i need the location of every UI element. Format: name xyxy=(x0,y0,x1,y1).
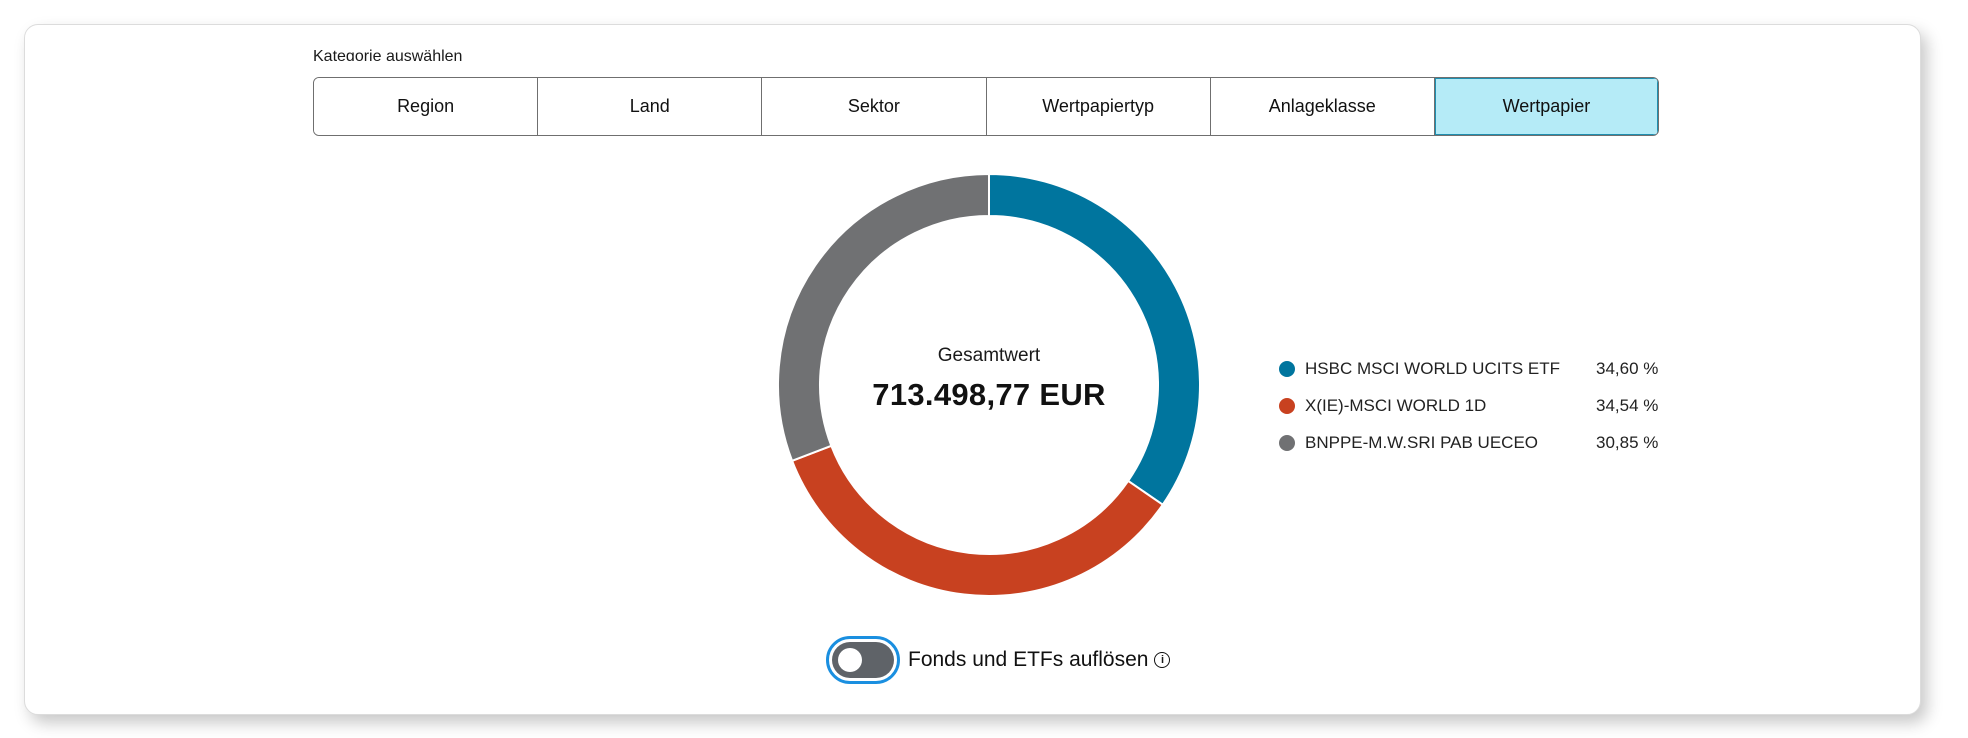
info-icon[interactable]: i xyxy=(1154,652,1171,668)
tab-sektor[interactable]: Sektor xyxy=(762,78,987,135)
category-select-label: Kategorie auswählen xyxy=(313,49,463,61)
donut-chart: Gesamtwert 713.498,77 EUR xyxy=(765,161,1213,609)
total-value: 713.498,77 EUR xyxy=(872,377,1106,412)
toggle-track xyxy=(832,642,894,678)
resolve-funds-toggle-row: Fonds und ETFs auflösen i xyxy=(826,636,1171,684)
legend-name: HSBC MSCI WORLD UCITS ETF xyxy=(1305,358,1561,378)
legend-item: X(IE)-MSCI WORLD 1D 34,54 % xyxy=(1279,387,1676,424)
resolve-funds-label: Fonds und ETFs auflösen xyxy=(908,648,1149,671)
legend-item: HSBC MSCI WORLD UCITS ETF 34,60 % xyxy=(1279,350,1676,387)
legend-percent: 34,60 % xyxy=(1596,358,1659,378)
resolve-funds-toggle[interactable] xyxy=(826,636,900,684)
legend-dot xyxy=(1279,434,1295,451)
tab-anlageklasse[interactable]: Anlageklasse xyxy=(1210,78,1435,135)
tab-land[interactable]: Land xyxy=(538,78,763,135)
chart-legend: HSBC MSCI WORLD UCITS ETF 34,60 % X(IE)-… xyxy=(1279,350,1676,461)
legend-percent: 30,85 % xyxy=(1596,432,1659,452)
legend-dot xyxy=(1279,360,1295,377)
legend-percent: 34,54 % xyxy=(1596,395,1659,415)
category-tabs: Region Land Sektor Wertpapiertyp Anlagek… xyxy=(313,77,1659,136)
legend-item: BNPPE-M.W.SRI PAB UECEO 30,85 % xyxy=(1279,424,1676,461)
tab-region[interactable]: Region xyxy=(314,78,539,135)
legend-dot xyxy=(1279,397,1295,414)
allocation-card: Kategorie auswählen Region Land Sektor W… xyxy=(24,24,1921,715)
chart-center: Gesamtwert 713.498,77 EUR xyxy=(765,161,1213,609)
total-value-label: Gesamtwert xyxy=(937,345,1041,366)
legend-name: X(IE)-MSCI WORLD 1D xyxy=(1305,395,1487,415)
tab-wertpapier[interactable]: Wertpapier xyxy=(1434,78,1658,135)
toggle-knob xyxy=(838,648,862,672)
tab-wertpapiertyp[interactable]: Wertpapiertyp xyxy=(986,78,1211,135)
legend-name: BNPPE-M.W.SRI PAB UECEO xyxy=(1305,432,1539,452)
